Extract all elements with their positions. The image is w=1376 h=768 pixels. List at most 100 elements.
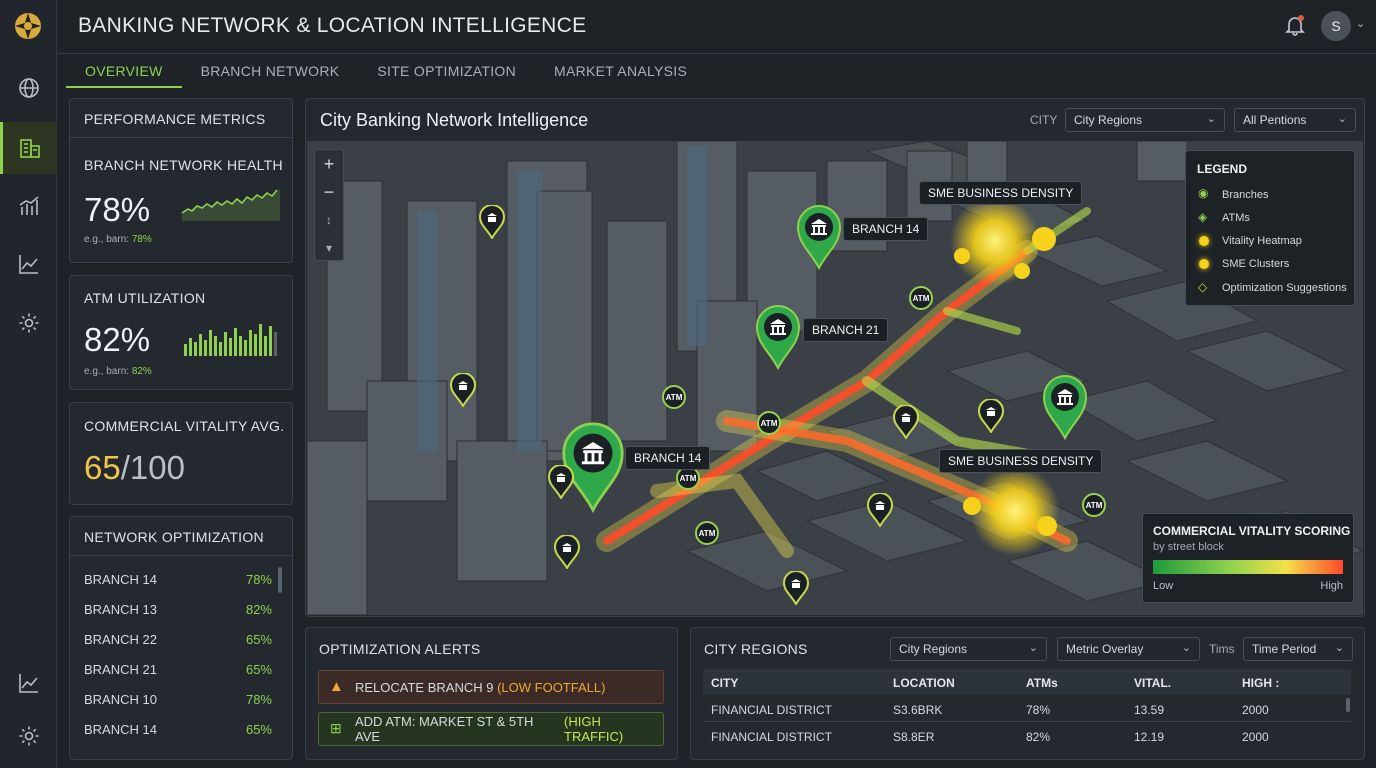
cell-location: S3.6BRK (893, 703, 943, 717)
legend-item: Branches (1222, 189, 1269, 201)
heatmap-dot-icon (1199, 236, 1209, 246)
branch-pin-small-icon[interactable] (867, 493, 893, 527)
pentions-select[interactable]: All Pentions ⌄ (1234, 108, 1356, 132)
regions-title: CITY REGIONS (704, 641, 808, 657)
chevron-down-icon: ⌄ (1337, 113, 1347, 125)
branch-pin-small-icon[interactable] (554, 535, 580, 569)
tab-overview[interactable]: OVERVIEW (66, 56, 182, 88)
tab-site-optimization[interactable]: SITE OPTIMIZATION (358, 56, 535, 88)
atm-utilization-card: ATM UTILIZATION 82% e.g., barn: 82% (69, 275, 293, 390)
branch-health-label: BRANCH NETWORK HEALTH (84, 157, 283, 173)
branch-14-label[interactable]: BRANCH 14 (843, 217, 929, 241)
list-item[interactable]: BRANCH 22 65% (70, 624, 292, 654)
commercial-vitality-card: COMMERCIAL VITALITY AVG. 65/100 (69, 402, 293, 505)
cell-atms: 82% (1026, 730, 1051, 744)
table-scrollbar[interactable] (1346, 698, 1350, 712)
branch-list: BRANCH 14 78% BRANCH 13 82% BRANCH 22 65% B… (70, 564, 292, 744)
tilt-icon[interactable]: ▾ (315, 234, 343, 262)
branch-pin-icon[interactable] (796, 204, 842, 270)
alert-add-atm[interactable]: ⊞ ADD ATM: MARKET ST & 5TH AVE (HIGH TRA… (318, 712, 664, 746)
sme-density-label[interactable]: SME BUSINESS DENSITY (939, 449, 1103, 473)
network-optimization-title: NETWORK OPTIMIZATION (84, 529, 264, 545)
nav-trends[interactable] (0, 238, 57, 290)
chevron-down-icon[interactable]: ⌄ (1356, 17, 1365, 30)
branch-pin-small-icon[interactable] (548, 465, 574, 499)
legend-item: ATMs (1222, 212, 1250, 224)
optimization-alerts-card: OPTIMIZATION ALERTS ▲ RELOCATE BRANCH 9 … (305, 627, 678, 760)
nav-preferences[interactable] (0, 710, 57, 762)
atm-marker[interactable]: ATM (1082, 493, 1106, 517)
bar-chart-icon (19, 196, 39, 215)
metric-overlay-select[interactable]: Metric Overlay ⌄ (1057, 637, 1200, 661)
column-header[interactable]: VITAL. (1134, 676, 1171, 690)
top-bar: BANKING NETWORK & LOCATION INTELLIGENCE … (58, 0, 1376, 54)
city-map[interactable]: + − ↕ ▾ ATM ATM ATM ATM ATM ATM BRANCH 1… (307, 141, 1363, 615)
cell-vital: 13.59 (1134, 703, 1165, 717)
nav-branches[interactable] (0, 122, 57, 174)
zoom-out-button[interactable]: − (315, 178, 343, 206)
vitality-scoring-legend: COMMERCIAL VITALITY SCORING by street bl… (1142, 513, 1354, 603)
tag-icon: ◇ (1198, 280, 1208, 294)
warning-icon: ▲ (329, 678, 344, 695)
cell-city: FINANCIAL DISTRICT (711, 703, 832, 717)
city-label: CITY (1030, 113, 1058, 127)
list-item[interactable]: BRANCH 21 65% (70, 654, 292, 684)
legend-item: Optimization Suggestions (1222, 282, 1347, 294)
branch-21-label[interactable]: BRANCH 21 (803, 318, 889, 342)
avatar[interactable]: S (1321, 11, 1351, 41)
list-item[interactable]: BRANCH 14 65% (70, 714, 292, 744)
cell-high: 2000 (1242, 730, 1269, 744)
nav-settings[interactable] (0, 297, 57, 349)
scoring-high: High (1320, 580, 1343, 592)
atm-marker[interactable]: ATM (909, 286, 933, 310)
gear-icon (19, 726, 38, 746)
main-tabs: OVERVIEW BRANCH NETWORK SITE OPTIMIZATIO… (66, 56, 706, 88)
commercial-vitality-label: COMMERCIAL VITALITY AVG. (84, 418, 285, 434)
column-header[interactable]: CITY (711, 676, 738, 690)
column-header[interactable]: LOCATION (893, 676, 955, 690)
sme-density-label[interactable]: SME BUSINESS DENSITY (919, 181, 1083, 205)
divider (70, 137, 292, 138)
list-item[interactable]: BRANCH 13 82% (70, 594, 292, 624)
branch-pin-small-icon[interactable] (783, 571, 809, 605)
atm-utilization-label: ATM UTILIZATION (84, 290, 206, 306)
compass-icon[interactable]: ↕ (315, 206, 343, 234)
branch-pin-small-icon[interactable] (450, 373, 476, 407)
globe-icon (18, 78, 39, 98)
legend-item: SME Clusters (1222, 258, 1290, 270)
alerts-title: OPTIMIZATION ALERTS (319, 641, 481, 657)
atm-marker[interactable]: ATM (757, 411, 781, 435)
alert-relocate-branch[interactable]: ▲ RELOCATE BRANCH 9 (LOW FOOTFALL) (318, 670, 664, 704)
nav-reports[interactable] (0, 657, 57, 709)
branch-pin-small-icon[interactable] (893, 405, 919, 439)
list-item[interactable]: BRANCH 10 78% (70, 684, 292, 714)
nav-globe[interactable] (0, 62, 57, 114)
app-logo-icon (15, 13, 41, 39)
branch-pin-icon[interactable] (755, 304, 801, 370)
nav-analytics[interactable] (0, 180, 57, 232)
branch-14-label[interactable]: BRANCH 14 (625, 446, 711, 470)
performance-metrics-title: PERFORMANCE METRICS (84, 111, 266, 127)
cell-high: 2000 (1242, 703, 1269, 717)
sme-cluster-icon (1199, 259, 1209, 269)
branch-pin-small-icon[interactable] (479, 205, 505, 239)
zoom-in-button[interactable]: + (315, 150, 343, 178)
tab-market-analysis[interactable]: MARKET ANALYSIS (535, 56, 706, 88)
atm-marker[interactable]: ATM (695, 521, 719, 545)
list-scrollbar[interactable] (278, 567, 282, 593)
time-period-select[interactable]: Time Period ⌄ (1243, 637, 1353, 661)
list-item[interactable]: BRANCH 14 78% (70, 564, 292, 594)
atm-marker[interactable]: ATM (662, 385, 686, 409)
tab-branch-network[interactable]: BRANCH NETWORK (182, 56, 359, 88)
column-header[interactable]: HIGH : (1242, 676, 1279, 690)
notification-bell-icon[interactable] (1284, 14, 1306, 36)
regions-select[interactable]: City Regions ⌄ (890, 637, 1047, 661)
column-header[interactable]: ATMs (1026, 676, 1058, 690)
gear-icon (19, 313, 38, 333)
chevron-down-icon: ⌄ (1334, 642, 1344, 654)
branch-pin-icon[interactable] (1042, 374, 1088, 440)
legend-title: LEGEND (1197, 162, 1248, 176)
city-select[interactable]: City Regions ⌄ (1065, 108, 1225, 132)
branch-pin-small-icon[interactable] (978, 399, 1004, 433)
divider (70, 555, 292, 556)
